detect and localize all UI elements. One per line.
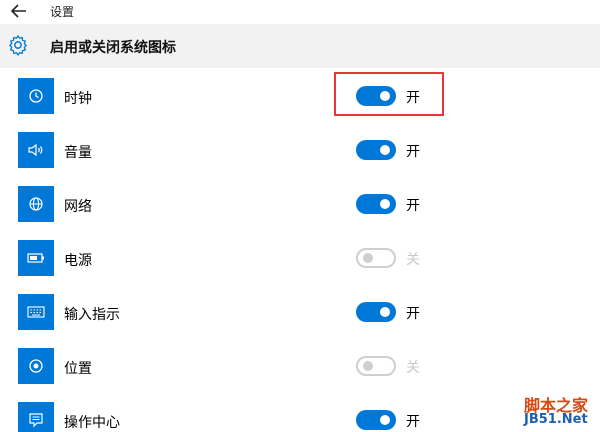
location-icon <box>29 359 43 373</box>
item-label: 操作中心 <box>64 415 120 431</box>
toggle-state-text: 关 <box>406 360 420 376</box>
item-label: 时钟 <box>64 91 92 107</box>
page-header: 启用或关闭系统图标 <box>0 24 600 68</box>
toggle-knob <box>380 415 390 425</box>
list-item-clock: 时钟 开 <box>0 68 600 122</box>
toggle-knob <box>380 307 390 317</box>
back-button[interactable] <box>8 2 30 20</box>
item-label: 电源 <box>64 253 92 269</box>
volume-toggle[interactable] <box>356 140 396 160</box>
watermark: 脚本之家 JB51.Net <box>524 392 600 432</box>
power-toggle[interactable] <box>356 248 396 268</box>
watermark-line2: JB51.Net <box>524 412 588 427</box>
list-item-action-center: 操作中心 开 <box>0 392 600 432</box>
list-item-location: 位置 关 <box>0 338 600 392</box>
window-title: 设置 <box>50 5 75 19</box>
item-label: 位置 <box>64 361 92 377</box>
toggle-state-text: 开 <box>406 414 420 430</box>
item-label: 网络 <box>64 199 92 215</box>
clock-tile <box>18 78 54 114</box>
location-tile <box>18 348 54 384</box>
page-title: 启用或关闭系统图标 <box>50 40 176 56</box>
power-tile <box>18 240 54 276</box>
toggle-state-text: 开 <box>406 306 420 322</box>
action-center-toggle[interactable] <box>356 410 396 430</box>
list-item-input-indicator: 输入指示 开 <box>0 284 600 338</box>
action-center-icon <box>29 413 43 428</box>
keyboard-icon <box>27 306 45 318</box>
item-label: 输入指示 <box>64 307 120 323</box>
clock-toggle[interactable] <box>356 86 396 106</box>
toggle-state-text: 开 <box>406 198 420 214</box>
network-icon <box>29 197 43 211</box>
volume-icon <box>28 143 43 157</box>
clock-icon <box>29 89 43 103</box>
list-item-power: 电源 关 <box>0 230 600 284</box>
volume-tile <box>18 132 54 168</box>
toggle-state-text: 开 <box>406 144 420 160</box>
toggle-state-text: 关 <box>406 252 420 268</box>
toggle-knob <box>363 361 373 371</box>
network-toggle[interactable] <box>356 194 396 214</box>
item-label: 音量 <box>64 145 92 161</box>
back-arrow-icon <box>11 4 26 18</box>
location-toggle[interactable] <box>356 356 396 376</box>
network-tile <box>18 186 54 222</box>
toggle-knob <box>380 91 390 101</box>
list-item-network: 网络 开 <box>0 176 600 230</box>
toggle-knob <box>380 199 390 209</box>
action-center-tile <box>18 402 54 432</box>
title-bar: 设置 <box>0 0 600 24</box>
toggle-knob <box>380 145 390 155</box>
input-indicator-toggle[interactable] <box>356 302 396 322</box>
toggle-knob <box>363 253 373 263</box>
toggle-state-text: 开 <box>406 90 420 106</box>
battery-icon <box>27 253 44 263</box>
list-item-volume: 音量 开 <box>0 122 600 176</box>
input-indicator-tile <box>18 294 54 330</box>
gear-icon <box>9 35 27 56</box>
